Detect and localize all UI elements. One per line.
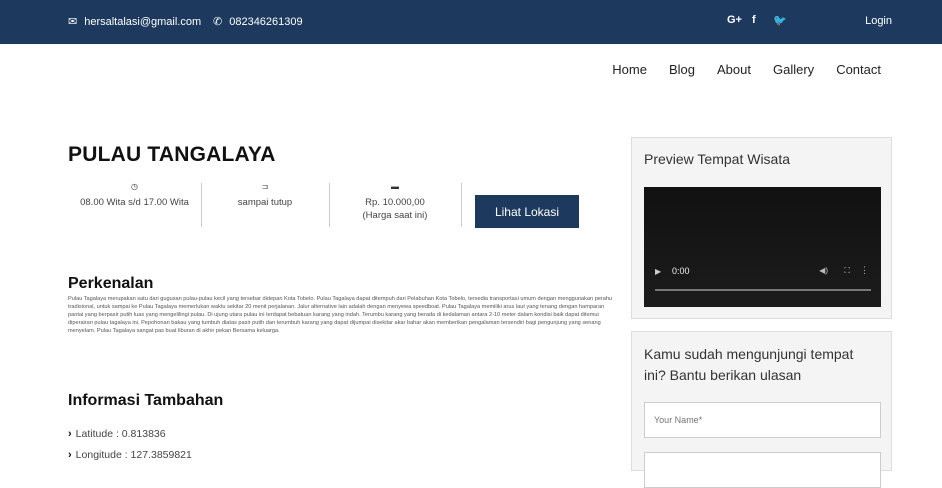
longitude-row: › Longitude : 127.3859821 [68, 449, 192, 461]
more-options-icon[interactable]: ⋮ [860, 265, 869, 276]
nav-contact[interactable]: Contact [836, 62, 881, 77]
intro-paragraph: Pulau Tagalaya merupakan satu dari gugus… [68, 296, 613, 334]
review-input[interactable] [644, 452, 881, 488]
review-title: Kamu sudah mengunjungi tempat ini? Bantu… [644, 346, 854, 383]
hours-text: 08.00 Wita s/d 17.00 Wita [80, 197, 189, 208]
nav-blog[interactable]: Blog [669, 62, 695, 77]
envelope-icon: ✉ [68, 16, 78, 28]
door-icon: ⊐ [261, 182, 269, 191]
contact-phone[interactable]: ✆ 082346261309 [213, 15, 303, 29]
play-icon[interactable]: ▶ [655, 267, 661, 276]
name-input[interactable] [644, 402, 881, 438]
phone-text: 082346261309 [229, 15, 303, 28]
twitter-icon[interactable]: 🐦 [773, 14, 787, 27]
longitude-text: Longitude : 127.3859821 [75, 449, 192, 461]
top-bar: ✉ hersaltalasi@gmail.com ✆ 082346261309 … [0, 0, 942, 44]
ticket-price: ▬ Rp. 10.000,00 (Harga saat ini) [329, 180, 461, 222]
nav-gallery[interactable]: Gallery [773, 62, 814, 77]
extra-info-heading: Informasi Tambahan [68, 392, 224, 409]
chevron-right-icon: › [68, 449, 72, 461]
clock-icon: ◷ [131, 182, 138, 191]
review-card: Kamu sudah mengunjungi tempat ini? Bantu… [631, 331, 892, 488]
preview-title: Preview Tempat Wisata [644, 151, 791, 167]
closing-info: ⊐ sampai tutup [201, 180, 329, 209]
login-link[interactable]: Login [865, 15, 892, 27]
email-text: hersaltalasi@gmail.com [84, 15, 202, 28]
google-plus-icon[interactable]: G+ [727, 14, 742, 26]
facebook-icon[interactable]: f [752, 14, 756, 26]
preview-card: Preview Tempat Wisata ▶ 0:00 ◀) ⛶ ⋮ [631, 137, 892, 319]
page-title: PULAU TANGALAYA [68, 143, 276, 166]
main-nav: Home Blog About Gallery Contact [612, 62, 881, 77]
phone-icon: ✆ [213, 16, 223, 28]
opening-hours: ◷ 08.00 Wita s/d 17.00 Wita [68, 180, 201, 209]
latitude-row: › Latitude : 0.813836 [68, 428, 166, 440]
view-location-button[interactable]: Lihat Lokasi [475, 195, 579, 228]
nav-home[interactable]: Home [612, 62, 647, 77]
money-icon: ▬ [391, 182, 399, 191]
fullscreen-icon[interactable]: ⛶ [844, 266, 850, 276]
divider [461, 183, 462, 227]
chevron-right-icon: › [68, 428, 72, 440]
contact-email[interactable]: ✉ hersaltalasi@gmail.com [68, 15, 202, 29]
volume-icon[interactable]: ◀) [819, 266, 828, 275]
latitude-text: Latitude : 0.813836 [75, 428, 166, 440]
nav-about[interactable]: About [717, 62, 751, 77]
video-time: 0:00 [672, 266, 690, 276]
price-note: (Harga saat ini) [362, 210, 428, 221]
price-text: Rp. 10.000,00 [365, 197, 425, 208]
video-player[interactable]: ▶ 0:00 ◀) ⛶ ⋮ [644, 187, 881, 307]
intro-heading: Perkenalan [68, 275, 154, 292]
closing-text: sampai tutup [237, 197, 293, 208]
video-progress-bar[interactable] [655, 289, 871, 291]
